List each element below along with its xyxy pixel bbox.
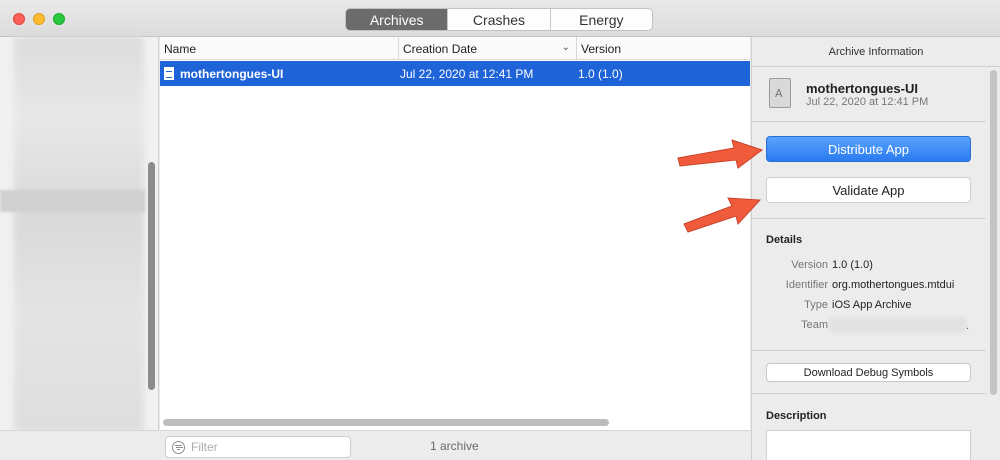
- description-heading: Description: [766, 410, 827, 422]
- column-name-label: Name: [164, 41, 197, 56]
- inspector-title: Archive Information: [752, 37, 1000, 67]
- column-header-version[interactable]: Version: [576, 37, 750, 60]
- title-bar: Archives Crashes Energy: [0, 0, 1000, 37]
- description-textarea[interactable]: [766, 430, 971, 460]
- row-date-cell: Jul 22, 2020 at 12:41 PM: [400, 66, 534, 81]
- column-header-name[interactable]: Name: [160, 37, 398, 60]
- inspector-scrollbar[interactable]: [990, 70, 997, 395]
- archive-inspector: Archive Information mothertongues-UI Jul…: [751, 37, 1000, 460]
- team-redacted-value: [830, 317, 966, 333]
- row-name-cell: mothertongues-UI: [160, 67, 398, 81]
- row-name-label: mothertongues-UI: [180, 66, 284, 81]
- inspector-app-date: Jul 22, 2020 at 12:41 PM: [806, 96, 929, 108]
- distribute-app-button[interactable]: Distribute App: [766, 136, 971, 162]
- sidebar-selected-item[interactable]: [0, 190, 145, 212]
- validate-app-button[interactable]: Validate App: [766, 177, 971, 203]
- close-window-button[interactable]: [13, 13, 25, 25]
- filter-placeholder: Filter: [191, 440, 218, 454]
- detail-version-value: 1.0 (1.0): [832, 259, 873, 271]
- filter-icon: [172, 440, 185, 454]
- sidebar-redacted-content: [14, 37, 144, 432]
- divider: [752, 393, 986, 394]
- minimize-window-button[interactable]: [33, 13, 45, 25]
- chevron-down-icon: ⌄: [561, 42, 570, 53]
- detail-identifier-key: Identifier: [785, 279, 828, 291]
- detail-type-row: Type iOS App Archive: [752, 299, 986, 315]
- zoom-window-button[interactable]: [53, 13, 65, 25]
- archive-file-icon: [164, 67, 174, 80]
- divider: [752, 218, 986, 219]
- tab-archives[interactable]: Archives: [346, 9, 448, 30]
- column-header-creation-date[interactable]: Creation Date ⌄: [398, 37, 576, 60]
- divider: [752, 350, 986, 351]
- detail-type-value: iOS App Archive: [832, 299, 912, 311]
- filter-field[interactable]: Filter: [165, 436, 351, 458]
- detail-identifier-value: org.mothertongues.mtdui: [832, 279, 955, 291]
- list-horizontal-scrollbar[interactable]: [163, 419, 609, 426]
- list-header: Name Creation Date ⌄ Version: [160, 37, 750, 60]
- tab-energy[interactable]: Energy: [549, 9, 652, 30]
- archive-count-label: 1 archive: [430, 439, 479, 453]
- sidebar-scrollbar[interactable]: [148, 162, 155, 390]
- team-suffix: .: [966, 320, 970, 332]
- detail-version-row: Version 1.0 (1.0): [752, 259, 986, 275]
- details-heading: Details: [766, 234, 803, 246]
- detail-type-key: Type: [804, 299, 828, 311]
- inspector-app-name: mothertongues-UI: [806, 81, 918, 96]
- list-footer: Filter 1 archive: [160, 430, 750, 460]
- project-sidebar: [0, 37, 159, 460]
- detail-team-key: Team: [801, 319, 828, 331]
- tab-crashes[interactable]: Crashes: [447, 9, 549, 30]
- detail-identifier-row: Identifier org.mothertongues.mtdui: [752, 279, 986, 295]
- divider: [752, 121, 986, 122]
- sidebar-footer: [0, 430, 159, 460]
- archive-icon: [769, 78, 791, 108]
- archive-list: Name Creation Date ⌄ Version mothertongue…: [160, 37, 750, 430]
- row-version-cell: 1.0 (1.0): [578, 66, 623, 81]
- table-row[interactable]: mothertongues-UI Jul 22, 2020 at 12:41 P…: [160, 61, 750, 86]
- download-debug-symbols-button[interactable]: Download Debug Symbols: [766, 363, 971, 382]
- tab-segmented-control: Archives Crashes Energy: [345, 8, 653, 31]
- column-date-label: Creation Date: [403, 41, 478, 56]
- detail-version-key: Version: [791, 259, 828, 271]
- column-version-label: Version: [581, 41, 622, 56]
